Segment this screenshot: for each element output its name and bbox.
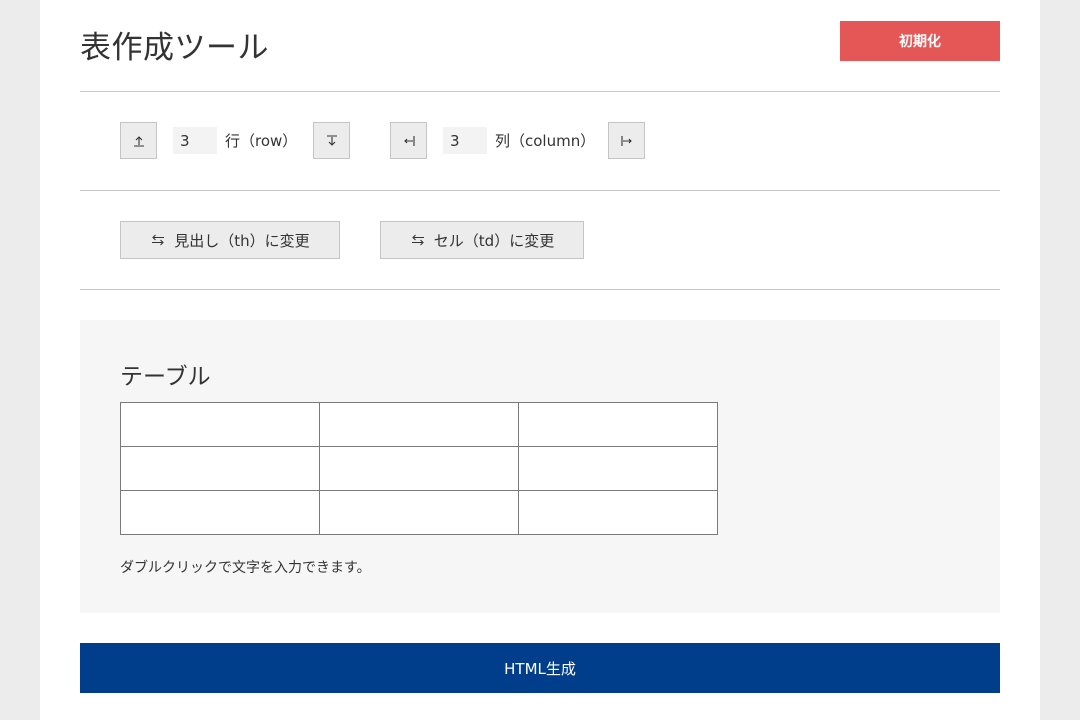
divider <box>80 91 1000 92</box>
table-cell[interactable] <box>518 446 718 491</box>
reset-button[interactable]: 初期化 <box>840 21 1000 61</box>
add-row-above-button[interactable] <box>120 122 157 159</box>
divider <box>80 289 1000 290</box>
table-cell[interactable] <box>518 402 718 447</box>
table-cell[interactable] <box>120 446 320 491</box>
table-row <box>120 446 718 491</box>
table-cell[interactable] <box>120 490 320 535</box>
convert-to-th-button[interactable]: 見出し（th）に変更 <box>120 221 340 259</box>
hint-text: ダブルクリックで文字を入力できます。 <box>120 560 371 576</box>
table-row <box>120 490 718 535</box>
table-panel: テーブル ダブルクリックで文字を入力できます。 <box>80 320 1000 613</box>
table-cell[interactable] <box>319 446 519 491</box>
add-column-left-button[interactable] <box>390 122 427 159</box>
arrow-left-bar-icon <box>403 135 415 146</box>
convert-to-td-button[interactable]: セル（td）に変更 <box>380 221 584 259</box>
add-column-right-button[interactable] <box>608 122 645 159</box>
table-cell[interactable] <box>120 402 320 447</box>
arrow-right-bar-icon <box>620 135 632 146</box>
convert-to-td-label: セル（td）に変更 <box>433 231 555 250</box>
table-row <box>120 402 718 447</box>
swap-arrows-icon <box>410 233 426 247</box>
panel-title: テーブル <box>120 364 211 390</box>
table-cell[interactable] <box>319 490 519 535</box>
column-count-input[interactable] <box>443 127 487 154</box>
row-count-input[interactable] <box>173 127 217 154</box>
row-label: 行（row） <box>225 132 298 150</box>
editable-table <box>120 402 718 535</box>
swap-arrows-icon <box>150 233 166 247</box>
arrow-up-bar-icon <box>133 135 144 147</box>
convert-to-th-label: 見出し（th）に変更 <box>174 231 310 250</box>
generate-html-button[interactable]: HTML生成 <box>80 643 1000 693</box>
page-container: 表作成ツール 初期化 行（row） 列（column） 見出し（th）に <box>40 0 1040 720</box>
arrow-down-bar-icon <box>326 134 337 146</box>
table-cell[interactable] <box>518 490 718 535</box>
divider <box>80 190 1000 191</box>
page-title: 表作成ツール <box>80 30 269 66</box>
add-row-below-button[interactable] <box>313 122 350 159</box>
column-label: 列（column） <box>495 132 596 150</box>
table-cell[interactable] <box>319 402 519 447</box>
